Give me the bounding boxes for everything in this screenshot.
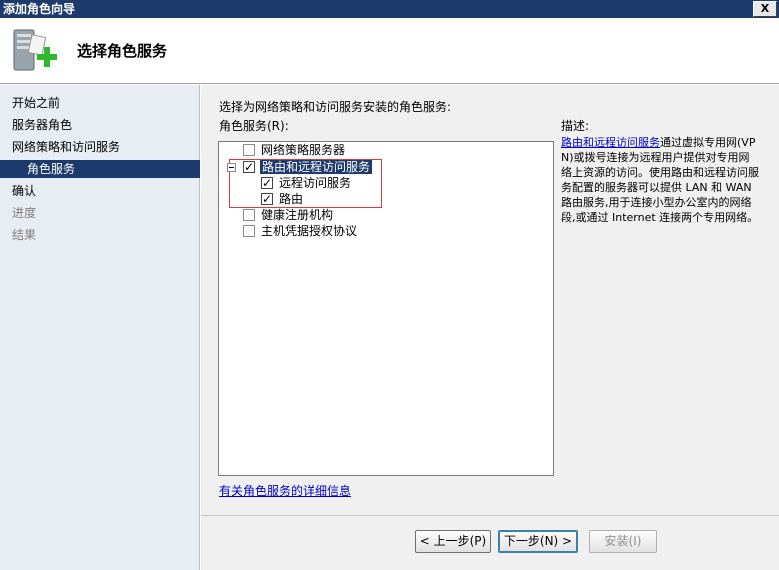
nav-item-confirmation[interactable]: 确认 bbox=[12, 182, 36, 200]
checkbox-hcap[interactable] bbox=[243, 225, 255, 237]
nav-item-npas[interactable]: 网络策略和访问服务 bbox=[12, 138, 120, 156]
collapse-icon[interactable] bbox=[227, 163, 236, 172]
server-add-icon bbox=[13, 29, 57, 71]
install-button: 安装(I) bbox=[589, 530, 657, 553]
window-title: 添加角色向导 bbox=[3, 2, 76, 16]
tree-item-label: 路由 bbox=[279, 192, 304, 206]
tree-item-label: 路由和远程访问服务 bbox=[260, 160, 373, 174]
tree-item-label: 健康注册机构 bbox=[261, 208, 334, 222]
nav-item-results: 结果 bbox=[12, 228, 37, 242]
wizard-footer: < 上一步(P) 下一步(N) > 安装(I) bbox=[201, 515, 779, 570]
nav-item-progress: 进度 bbox=[12, 206, 37, 220]
checkbox-rras[interactable] bbox=[243, 159, 255, 175]
intro-text: 选择为网络策略和访问服务安装的角色服务: bbox=[219, 100, 452, 114]
tree-item-label: 远程访问服务 bbox=[279, 176, 352, 190]
tree-item-nps[interactable]: 网络策略服务器 bbox=[243, 142, 345, 158]
nav-item-before-you-begin[interactable]: 开始之前 bbox=[12, 94, 60, 112]
description-body: 路由和远程访问服务通过虚拟专用网(VPN)或拨号连接为远程用户提供对专用网络上资… bbox=[561, 135, 759, 225]
close-button[interactable]: X bbox=[753, 1, 777, 17]
description-link[interactable]: 路由和远程访问服务 bbox=[561, 136, 660, 149]
tree-item-remote-access[interactable]: 远程访问服务 bbox=[261, 175, 351, 191]
nav-item-server-roles[interactable]: 服务器角色 bbox=[12, 116, 72, 134]
next-button[interactable]: 下一步(N) > bbox=[498, 530, 578, 553]
checkbox-nps[interactable] bbox=[243, 144, 255, 156]
tree-item-hra[interactable]: 健康注册机构 bbox=[243, 207, 333, 223]
description-label: 描述: bbox=[561, 119, 590, 133]
wizard-nav: 开始之前 服务器角色 网络策略和访问服务 角色服务 确认 进度 结果 bbox=[0, 85, 200, 570]
tree-item-routing[interactable]: 路由 bbox=[261, 191, 303, 207]
tree-item-rras[interactable]: 路由和远程访问服务 bbox=[227, 159, 373, 175]
checkbox-remote-access[interactable] bbox=[261, 175, 273, 191]
wizard-header: 选择角色服务 bbox=[0, 18, 779, 84]
description-text: 通过虚拟专用网(VPN)或拨号连接为远程用户提供对专用网络上资源的访问。使用路由… bbox=[561, 136, 759, 224]
tree-item-label: 网络策略服务器 bbox=[261, 143, 346, 157]
window-titlebar: 添加角色向导 X bbox=[0, 0, 779, 18]
main-content: 选择为网络策略和访问服务安装的角色服务: 角色服务(R): 网络策略服务器 路由… bbox=[201, 85, 779, 515]
back-button[interactable]: < 上一步(P) bbox=[415, 530, 491, 553]
page-title: 选择角色服务 bbox=[77, 42, 168, 60]
checkbox-routing[interactable] bbox=[261, 191, 273, 207]
tree-item-hcap[interactable]: 主机凭据授权协议 bbox=[243, 223, 357, 239]
more-info-link[interactable]: 有关角色服务的详细信息 bbox=[219, 482, 351, 499]
checkbox-hra[interactable] bbox=[243, 209, 255, 221]
tree-item-label: 主机凭据授权协议 bbox=[261, 224, 358, 238]
close-icon: X bbox=[760, 2, 770, 15]
nav-item-role-services[interactable]: 角色服务 bbox=[0, 160, 200, 178]
role-services-label: 角色服务(R): bbox=[219, 119, 289, 133]
role-services-tree[interactable]: 网络策略服务器 路由和远程访问服务 远程访问服务 路由 健康注册机构 主机凭据授… bbox=[218, 141, 554, 476]
